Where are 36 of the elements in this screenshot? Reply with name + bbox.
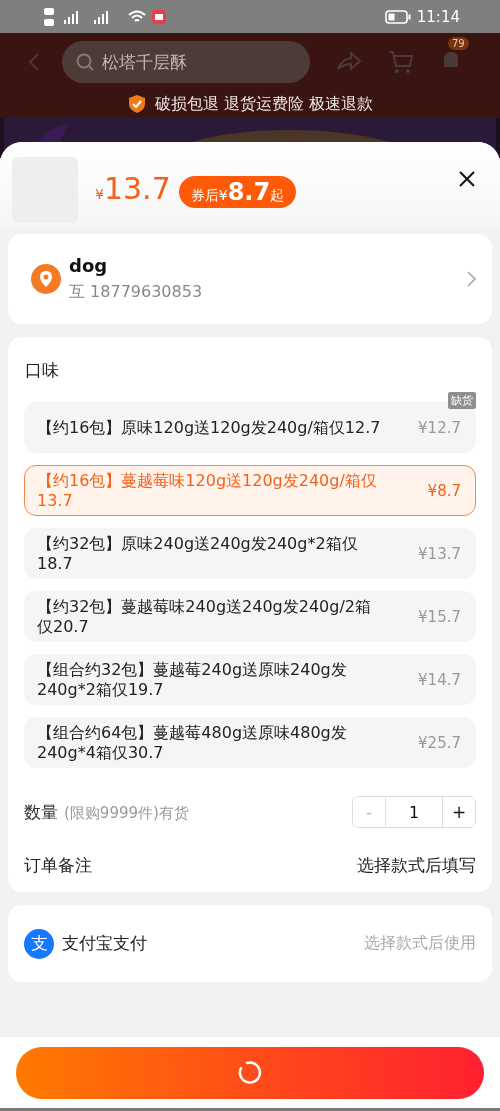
- flavor-option[interactable]: 【约32包】原味240g送240g发240g*2箱仅18.7 ¥13.7: [24, 528, 476, 579]
- loading-spinner-icon: [237, 1060, 263, 1086]
- close-icon[interactable]: [458, 170, 476, 188]
- quantity-label: 数量: [24, 800, 58, 824]
- flavor-label: 口味: [25, 359, 60, 382]
- flavor-option[interactable]: 【组合约64包】蔓越莓480g送原味480g发240g*4箱仅30.7 ¥25.7: [24, 717, 476, 768]
- alipay-icon: 支: [24, 928, 54, 959]
- flavor-option[interactable]: 【约32包】蔓越莓味240g送240g发240g/2箱仅20.7 ¥15.7: [24, 591, 476, 642]
- search-field[interactable]: 松塔千层酥: [62, 40, 310, 83]
- payment-label: 支付宝支付: [62, 932, 148, 955]
- recipient-name: dog: [69, 255, 109, 276]
- clock-time: 11:14: [416, 7, 460, 26]
- back-icon[interactable]: [28, 51, 40, 72]
- chevron-right-icon: [467, 271, 476, 287]
- flavor-option[interactable]: 【组合约32包】蔓越莓240g送原味240g发240g*2箱仅19.7 ¥14.7: [24, 654, 476, 705]
- stock-hint: (限购9999件)有货: [64, 803, 189, 823]
- share-icon[interactable]: [336, 50, 362, 73]
- price-text: ¥13.7: [95, 171, 171, 208]
- message-count-badge: 79: [448, 36, 469, 50]
- recipient-phone: 互 18779630853: [69, 282, 204, 303]
- location-pin-icon: [31, 264, 61, 294]
- shield-check-icon: [126, 94, 147, 114]
- coupon-price-badge: 券后¥8.7起: [178, 175, 297, 208]
- notification-icon: [152, 9, 166, 24]
- search-icon: [75, 51, 95, 72]
- address-card[interactable]: dog 互 18779630853: [8, 234, 492, 324]
- wifi-icon: [128, 9, 146, 24]
- order-note-label: 订单备注: [24, 853, 92, 877]
- guarantee-text: 破损包退 退货运费险 极速退款: [154, 93, 374, 115]
- battery-icon: [384, 9, 411, 24]
- out-of-stock-badge: 缺货: [448, 392, 476, 409]
- payment-card[interactable]: 支 支付宝支付 选择款式后使用: [8, 905, 492, 982]
- submit-button[interactable]: [16, 1047, 484, 1099]
- order-note-value[interactable]: 选择款式后填写: [357, 853, 476, 877]
- payment-hint: 选择款式后使用: [364, 933, 476, 954]
- cart-icon[interactable]: [388, 49, 414, 74]
